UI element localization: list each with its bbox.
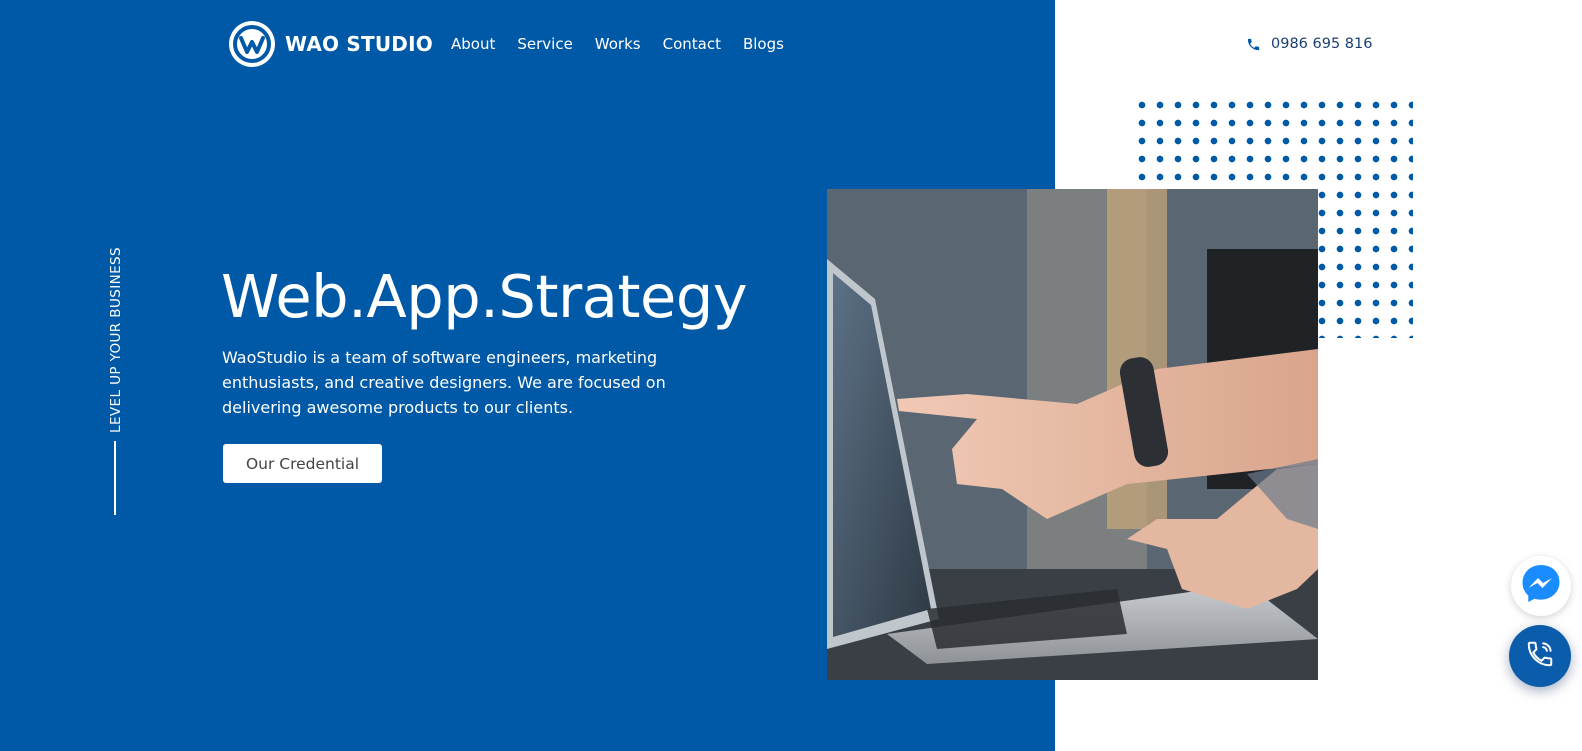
phone-icon [1246, 37, 1261, 52]
nav-item-contact[interactable]: Contact [663, 35, 721, 53]
brand-name: WAO STUDIO [285, 32, 433, 56]
tagline-divider [114, 441, 116, 515]
wao-logo-icon [229, 21, 275, 67]
call-button[interactable] [1509, 625, 1571, 687]
main-nav: About Service Works Contact Blogs [451, 35, 784, 53]
nav-item-about[interactable]: About [451, 35, 495, 53]
nav-item-blogs[interactable]: Blogs [743, 35, 784, 53]
phone-number: 0986 695 816 [1271, 36, 1373, 52]
hero-description: WaoStudio is a team of software engineer… [222, 348, 666, 417]
nav-item-service[interactable]: Service [517, 35, 572, 53]
credential-button[interactable]: Our Credential [223, 444, 382, 483]
brand-logo[interactable]: WAO STUDIO [229, 20, 433, 68]
messenger-button[interactable] [1511, 556, 1571, 616]
messenger-icon [1520, 563, 1562, 609]
call-icon [1525, 639, 1555, 673]
nav-item-works[interactable]: Works [595, 35, 641, 53]
tagline-text: LEVEL UP YOUR BUSINESS [108, 246, 124, 433]
hero-photo [827, 189, 1318, 680]
header-phone[interactable]: 0986 695 816 [1246, 36, 1372, 52]
vertical-tagline: LEVEL UP YOUR BUSINESS [106, 246, 126, 433]
hero-title: Web.App.Strategy [221, 262, 748, 331]
